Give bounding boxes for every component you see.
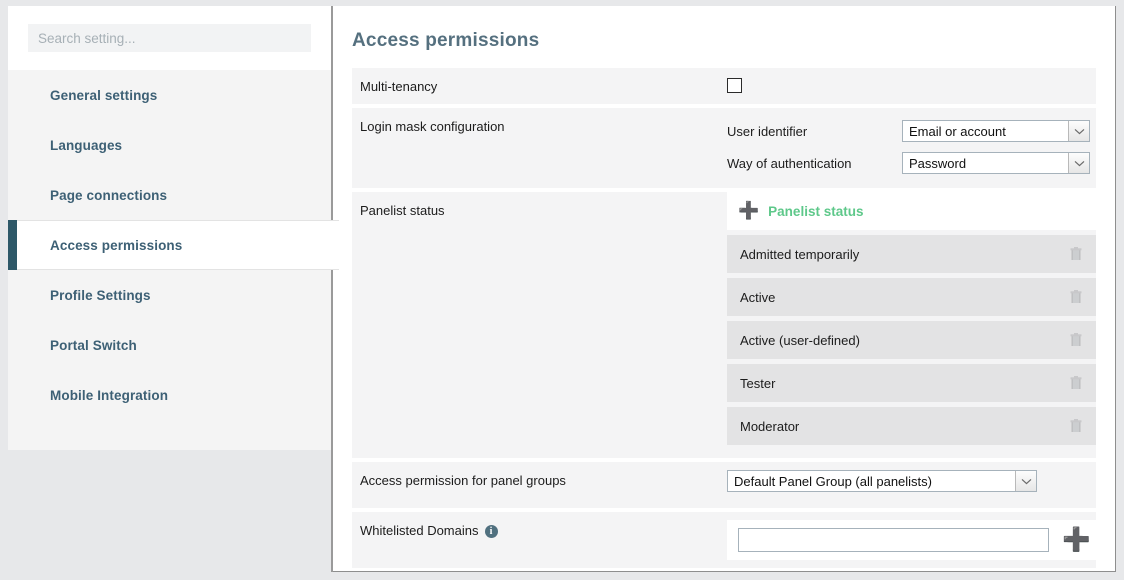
sidebar-item-label: Access permissions	[50, 237, 183, 253]
add-panelist-status-button[interactable]: ➕ Panelist status	[727, 192, 1096, 230]
sidebar-item-label: Mobile Integration	[50, 387, 169, 403]
sidebar-nav: General settings Languages Page connecti…	[8, 70, 339, 450]
row-panelist-status: Panelist status ➕ Panelist status Admitt…	[352, 192, 1096, 458]
status-label: Active (user-defined)	[740, 332, 860, 348]
list-item[interactable]: Moderator	[727, 407, 1096, 445]
list-item[interactable]: Admitted temporarily	[727, 235, 1096, 273]
row-multi-tenancy: Multi-tenancy	[352, 68, 1096, 104]
sidebar-item-label: Languages	[50, 137, 123, 153]
plus-icon: ➕	[738, 200, 760, 221]
info-icon[interactable]: i	[484, 525, 498, 538]
sidebar-item-languages[interactable]: Languages	[8, 120, 331, 170]
select-value: Default Panel Group (all panelists)	[734, 473, 932, 489]
settings-form: Multi-tenancy Login mask configuration U…	[333, 68, 1115, 568]
sidebar-item-label: Portal Switch	[50, 337, 137, 353]
select-value: Password	[909, 155, 967, 171]
sidebar-item-page-connections[interactable]: Page connections	[8, 170, 331, 220]
trash-icon[interactable]	[1070, 247, 1082, 261]
status-label: Moderator	[740, 418, 800, 434]
panel-groups-select[interactable]: Default Panel Group (all panelists)	[727, 470, 1037, 492]
add-whitelisted-domain-button[interactable]: ➕	[1062, 528, 1091, 552]
search-input[interactable]	[28, 24, 311, 52]
row-field: Default Panel Group (all panelists)	[727, 462, 1096, 508]
content-panel: Access permissions Multi-tenancy Login m…	[333, 6, 1116, 572]
trash-icon[interactable]	[1070, 290, 1082, 304]
row-label: Login mask configuration	[360, 119, 505, 134]
whitelisted-domains-editor: ➕	[727, 520, 1096, 560]
sidebar-item-label: General settings	[50, 87, 158, 103]
panelist-status-list: ➕ Panelist status Admitted temporarily A…	[727, 192, 1096, 458]
sidebar-search-panel	[8, 6, 331, 70]
chevron-down-icon[interactable]	[1015, 471, 1036, 491]
sidebar-item-mobile-integration[interactable]: Mobile Integration	[8, 370, 331, 420]
row-panel-groups: Access permission for panel groups Defau…	[352, 462, 1096, 508]
row-label: Multi-tenancy	[360, 79, 438, 94]
sidebar-item-general-settings[interactable]: General settings	[8, 70, 331, 120]
settings-page: General settings Languages Page connecti…	[0, 0, 1124, 580]
settings-sidebar: General settings Languages Page connecti…	[8, 6, 339, 450]
row-label: Whitelisted Domains i	[352, 512, 727, 568]
status-label: Admitted temporarily	[740, 246, 860, 262]
select-value: Email or account	[909, 123, 1006, 139]
list-item[interactable]: Tester	[727, 364, 1096, 402]
row-field	[727, 68, 1096, 104]
row-field: User identifier Email or account Way of …	[727, 108, 1096, 188]
whitelisted-domain-input[interactable]	[738, 528, 1049, 552]
list-item[interactable]: Active	[727, 278, 1096, 316]
trash-icon[interactable]	[1070, 419, 1082, 433]
way-of-authentication-select[interactable]: Password	[902, 152, 1090, 174]
status-label: Active	[740, 289, 776, 305]
status-label: Tester	[740, 375, 776, 391]
sidebar-item-portal-switch[interactable]: Portal Switch	[8, 320, 331, 370]
multi-tenancy-checkbox[interactable]	[727, 78, 742, 93]
sidebar-item-label: Profile Settings	[50, 287, 151, 303]
trash-icon[interactable]	[1070, 376, 1082, 390]
sidebar-item-label: Page connections	[50, 187, 168, 203]
row-login-mask-configuration: Login mask configuration User identifier…	[352, 108, 1096, 188]
row-label: Panelist status	[360, 203, 445, 218]
trash-icon[interactable]	[1070, 333, 1082, 347]
row-field: ➕	[727, 512, 1096, 568]
field-way-of-authentication: Way of authentication Password	[727, 148, 1096, 178]
chevron-down-icon[interactable]	[1068, 153, 1089, 173]
field-label: Way of authentication	[727, 155, 852, 171]
whitelisted-domains-label: Whitelisted Domains	[360, 523, 479, 538]
sidebar-item-profile-settings[interactable]: Profile Settings	[8, 270, 331, 320]
user-identifier-select[interactable]: Email or account	[902, 120, 1090, 142]
row-label: Access permission for panel groups	[360, 473, 566, 488]
add-panelist-status-label: Panelist status	[768, 203, 864, 219]
list-item[interactable]: Active (user-defined)	[727, 321, 1096, 359]
field-label: User identifier	[727, 123, 808, 139]
sidebar-item-access-permissions[interactable]: Access permissions	[8, 220, 339, 270]
field-user-identifier: User identifier Email or account	[727, 116, 1096, 146]
chevron-down-icon[interactable]	[1068, 121, 1089, 141]
row-whitelisted-domains: Whitelisted Domains i ➕	[352, 512, 1096, 568]
page-title: Access permissions	[352, 30, 540, 51]
